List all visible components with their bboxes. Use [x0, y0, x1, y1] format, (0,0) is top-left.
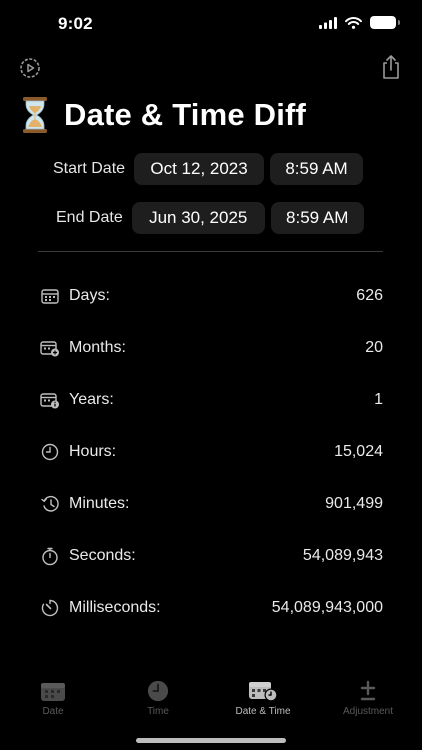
result-row-hours: Hours: 15,024 — [40, 440, 383, 464]
result-label: Milliseconds: — [69, 599, 161, 616]
result-label: Minutes: — [69, 495, 130, 512]
wifi-icon — [345, 16, 362, 29]
tab-label: Adjustment — [342, 706, 394, 717]
tab-bar: Date Time Date & Time Adjustment — [0, 670, 422, 730]
home-indicator — [136, 738, 286, 743]
result-value: 15,024 — [334, 443, 383, 460]
tab-date-time[interactable]: Date & Time — [213, 680, 313, 717]
result-label: Seconds: — [69, 547, 136, 564]
result-row-years: Years: 1 — [40, 388, 383, 412]
end-date-label: End Date — [56, 209, 123, 226]
timer-icon — [40, 598, 60, 618]
gear-play-icon — [20, 58, 40, 78]
divider — [38, 251, 383, 252]
result-row-milliseconds: Milliseconds: 54,089,943,000 — [40, 596, 383, 620]
share-button[interactable] — [380, 54, 402, 85]
battery-icon — [370, 16, 400, 29]
result-value: 20 — [365, 339, 383, 356]
result-value: 54,089,943,000 — [271, 599, 383, 616]
result-row-days: Days: 626 — [40, 284, 383, 308]
result-row-minutes: Minutes: 901,499 — [40, 492, 383, 516]
start-date-row: Start Date Oct 12, 2023 8:59 AM — [53, 153, 364, 185]
result-row-months: Months: 20 — [40, 336, 383, 360]
end-time-picker[interactable]: 8:59 AM — [270, 202, 364, 234]
status-bar: 9:02 — [0, 0, 422, 50]
result-label: Years: — [69, 391, 114, 408]
clock-icon — [40, 442, 60, 462]
plus-minus-icon — [360, 680, 376, 701]
status-icons — [319, 16, 400, 29]
hourglass-icon — [23, 97, 47, 133]
calendar-plus-icon — [40, 338, 60, 358]
result-label: Hours: — [69, 443, 117, 460]
tab-date[interactable]: Date — [3, 680, 103, 717]
result-value: 901,499 — [325, 495, 383, 512]
settings-button[interactable] — [18, 56, 42, 85]
signal-icon — [319, 16, 337, 29]
status-time: 9:02 — [58, 14, 93, 33]
tab-adjustment[interactable]: Adjustment — [318, 680, 418, 717]
start-date-picker[interactable]: Oct 12, 2023 — [134, 153, 265, 185]
calendar-info-icon — [40, 390, 60, 410]
share-icon — [383, 55, 399, 79]
end-date-row: End Date Jun 30, 2025 8:59 AM — [56, 202, 364, 234]
end-date-picker[interactable]: Jun 30, 2025 — [131, 202, 265, 234]
page-title: Date & Time Diff — [64, 97, 307, 132]
tab-label: Time — [147, 706, 169, 717]
tab-label: Date & Time — [235, 706, 291, 717]
result-row-seconds: Seconds: 54,089,943 — [40, 544, 383, 568]
stopwatch-icon — [40, 546, 60, 566]
result-value: 54,089,943 — [302, 547, 383, 564]
tab-label: Date — [42, 706, 64, 717]
result-label: Days: — [69, 287, 110, 304]
start-time-picker[interactable]: 8:59 AM — [270, 153, 364, 185]
calendar-icon — [41, 683, 65, 701]
result-value: 1 — [374, 391, 383, 408]
calendar-icon — [40, 286, 60, 306]
calendar-clock-icon — [249, 682, 278, 702]
title-row: Date & Time Diff — [20, 96, 306, 134]
result-label: Months: — [69, 339, 126, 356]
history-icon — [40, 494, 60, 514]
start-date-label: Start Date — [53, 160, 126, 177]
clock-icon — [147, 680, 169, 702]
tab-time[interactable]: Time — [108, 680, 208, 717]
result-value: 626 — [356, 287, 383, 304]
